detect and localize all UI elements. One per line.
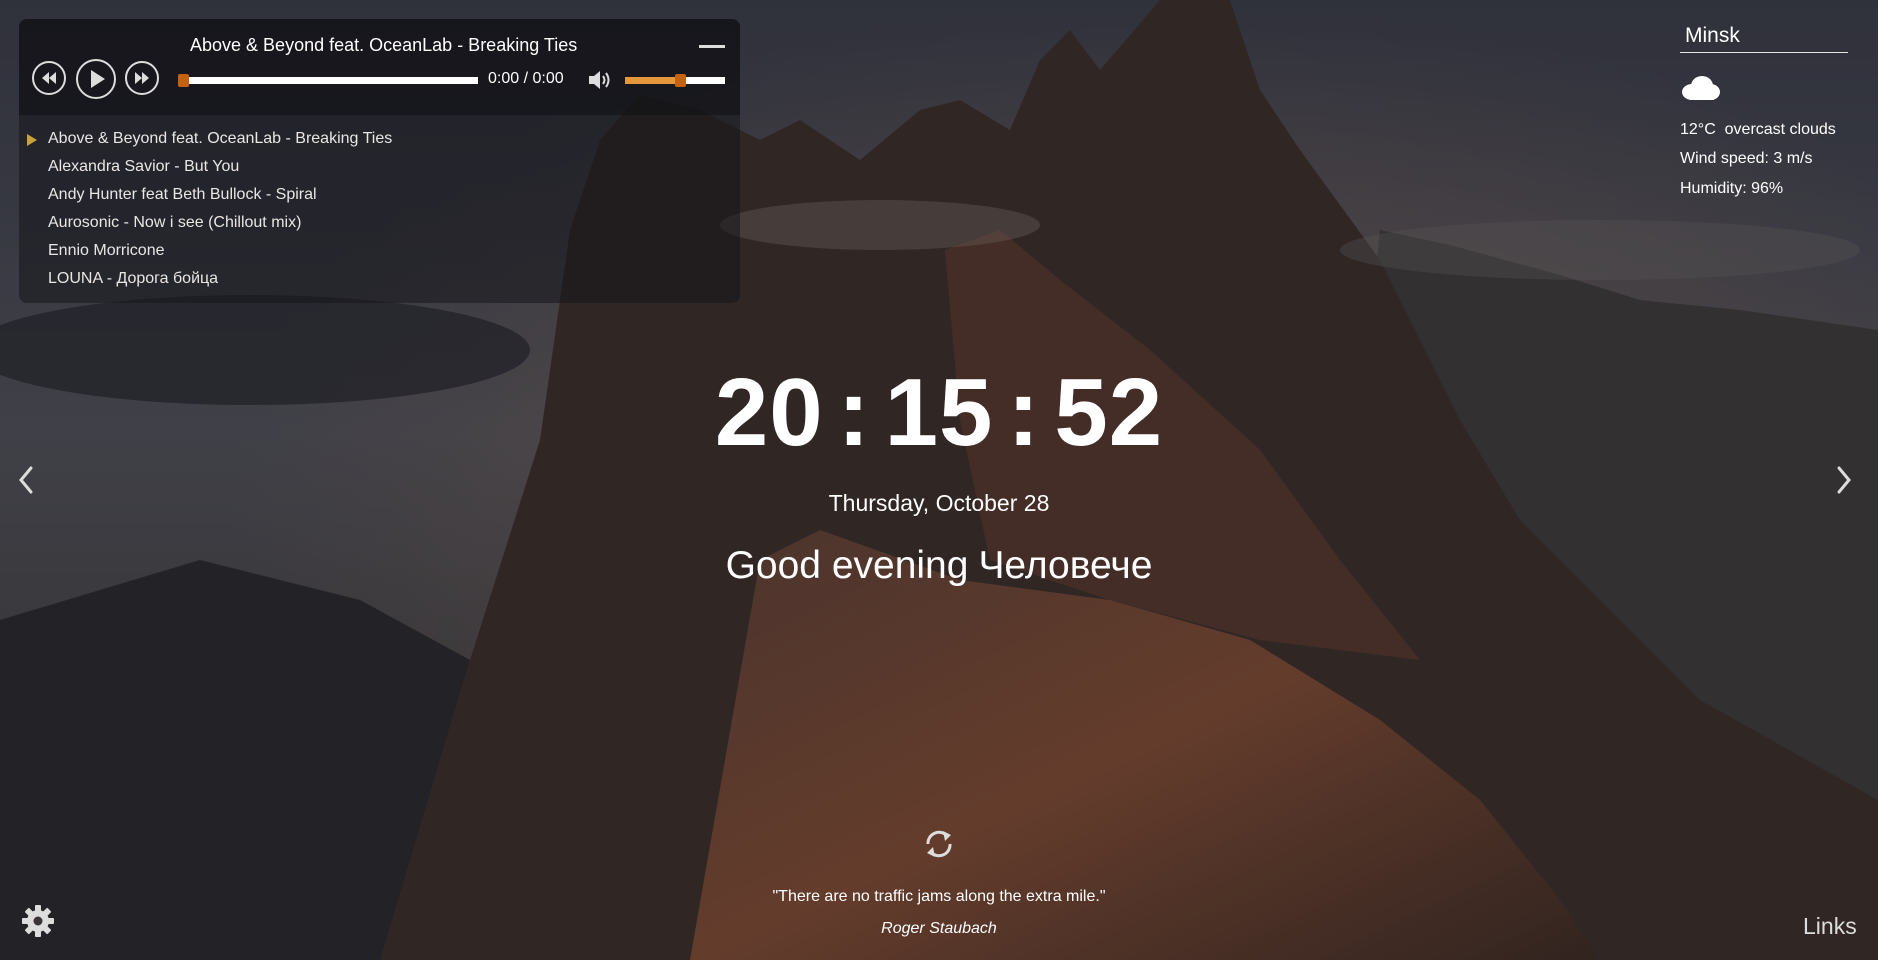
fast-forward-icon xyxy=(135,72,149,84)
greeting: Good evening Человече xyxy=(0,544,1878,588)
rewind-button[interactable] xyxy=(32,61,66,95)
refresh-quote-button[interactable] xyxy=(920,825,958,868)
playlist-item-title: Andy Hunter feat Beth Bullock - Spiral xyxy=(48,186,317,203)
playlist-item-title: Ennio Morricone xyxy=(48,242,165,259)
volume-fill xyxy=(625,77,680,84)
playlist-item[interactable]: LOUNA - Дорога бойца xyxy=(19,265,740,293)
quote-text: "There are no traffic jams along the ext… xyxy=(772,888,1106,905)
rewind-icon xyxy=(42,72,56,84)
clock-separator: : xyxy=(1007,359,1041,466)
now-playing-icon xyxy=(27,134,37,146)
humidity: Humidity: 96% xyxy=(1680,180,1784,197)
current-track-title: Above & Beyond feat. OceanLab - Breaking… xyxy=(190,35,578,55)
clock-hours: 20 xyxy=(714,359,824,466)
playlist-item-title: Alexandra Savior - But You xyxy=(48,158,240,175)
clock-minutes: 15 xyxy=(884,359,994,466)
clock: 20:15:52 xyxy=(0,358,1878,468)
weather-description: overcast clouds xyxy=(1724,121,1836,138)
clock-separator: : xyxy=(837,359,871,466)
minimize-playlist-button[interactable] xyxy=(699,45,725,48)
city-input[interactable]: Minsk xyxy=(1680,20,1848,53)
playlist-item[interactable]: Alexandra Savior - But You xyxy=(19,153,740,181)
volume-handle[interactable] xyxy=(675,74,686,87)
audio-player: Above & Beyond feat. OceanLab - Breaking… xyxy=(19,19,740,303)
playlist-item-title: Above & Beyond feat. OceanLab - Breaking… xyxy=(48,130,393,147)
playlist-item-title: Aurosonic - Now i see (Chillout mix) xyxy=(48,214,302,231)
temperature: 12°C xyxy=(1680,121,1716,138)
quote-author: Roger Staubach xyxy=(881,920,997,937)
date: Thursday, October 28 xyxy=(828,490,1050,516)
time-readout: 0:00 / 0:00 xyxy=(488,70,564,87)
playlist-item-title: LOUNA - Дорога бойца xyxy=(48,270,219,287)
greeting-text: Good evening xyxy=(725,544,969,587)
clock-seconds: 52 xyxy=(1054,359,1164,466)
gear-icon xyxy=(22,905,54,937)
weather-temp-line: 12°C overcast clouds xyxy=(1680,121,1836,139)
playlist-item[interactable]: Above & Beyond feat. OceanLab - Breaking… xyxy=(19,125,740,153)
settings-button[interactable] xyxy=(20,903,56,944)
fast-forward-button[interactable] xyxy=(125,61,159,95)
wind-speed: Wind speed: 3 m/s xyxy=(1680,150,1813,167)
playlist-item[interactable]: Aurosonic - Now i see (Chillout mix) xyxy=(19,209,740,237)
playlist-item[interactable]: Ennio Morricone xyxy=(19,237,740,265)
volume-slider[interactable] xyxy=(625,74,725,87)
play-icon xyxy=(91,70,105,88)
links-button[interactable]: Links xyxy=(1803,913,1857,940)
weather-widget: Minsk 12°C overcast clouds Wind speed: 3… xyxy=(1680,20,1848,197)
refresh-icon xyxy=(926,830,952,858)
cloud-icon xyxy=(1682,76,1720,100)
playlist-item[interactable]: Andy Hunter feat Beth Bullock - Spiral xyxy=(19,181,740,209)
speaker-icon xyxy=(589,71,610,89)
playlist: Above & Beyond feat. OceanLab - Breaking… xyxy=(19,125,740,293)
player-controls-bar: Above & Beyond feat. OceanLab - Breaking… xyxy=(19,19,740,115)
progress-bar[interactable] xyxy=(178,74,478,87)
play-button[interactable] xyxy=(76,59,116,99)
progress-handle[interactable] xyxy=(178,74,189,87)
name-input[interactable]: Человече xyxy=(978,544,1152,587)
volume-button[interactable] xyxy=(585,65,615,100)
